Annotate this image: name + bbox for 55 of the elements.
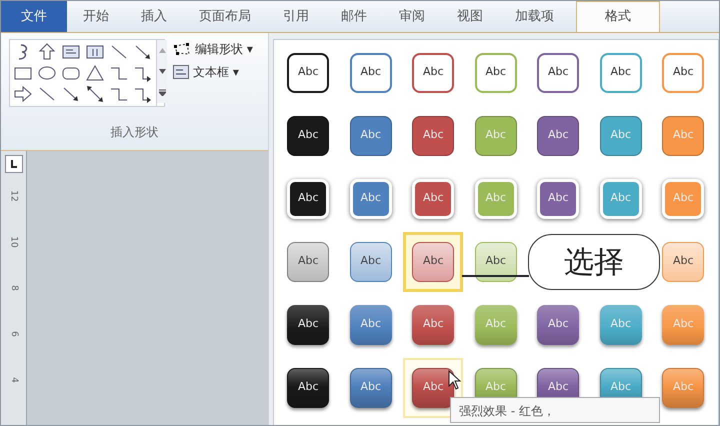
shape-style-swatch[interactable]: Abc (350, 368, 392, 408)
tooltip: 强烈效果 - 红色， (450, 397, 660, 423)
up-arrow-icon[interactable] (37, 42, 57, 62)
shape-style-swatch[interactable]: Abc (350, 242, 392, 282)
shape-style-swatch[interactable]: Abc (412, 116, 454, 156)
right-arrow-icon[interactable] (13, 84, 33, 104)
text-box-icon (173, 65, 189, 79)
shape-style-swatch[interactable]: Abc (662, 242, 704, 282)
ribbon-tab[interactable]: 格式 (576, 1, 660, 32)
shape-style-swatch[interactable]: Abc (537, 52, 580, 92)
shape-style-swatch[interactable]: Abc (537, 116, 580, 156)
shape-style-swatch[interactable]: Abc (287, 242, 330, 282)
shape-style-swatch[interactable]: Abc (600, 52, 642, 92)
shape-style-swatch[interactable]: Abc (662, 52, 704, 92)
shape-style-swatch[interactable]: Abc (412, 304, 454, 344)
tab-stop-icon[interactable] (4, 155, 22, 173)
shape-style-swatch[interactable]: Abc (474, 242, 517, 282)
shape-style-swatch[interactable]: Abc (287, 52, 330, 92)
callout-bubble: 选择 (528, 234, 660, 290)
ruler-number: 8 (8, 285, 20, 291)
ribbon-tab[interactable]: 开始 (67, 1, 125, 32)
double-arrow-line-icon[interactable] (85, 84, 105, 104)
ribbon-tab[interactable]: 插入 (125, 1, 183, 32)
shape-style-swatch[interactable]: Abc (412, 52, 454, 92)
shape-style-swatch[interactable]: Abc (350, 116, 392, 156)
shape-style-swatch[interactable]: Abc (537, 304, 580, 344)
ruler-number: 4 (8, 377, 20, 383)
shape-style-swatch[interactable]: Abc (350, 304, 392, 344)
shape-style-swatch[interactable]: Abc (287, 304, 330, 344)
expand-icon (158, 89, 166, 96)
shape-style-swatch[interactable]: Abc (412, 242, 454, 282)
ribbon-tab[interactable]: 审阅 (383, 1, 441, 32)
ribbon-tab[interactable]: 视图 (441, 1, 499, 32)
ruler-number: 6 (8, 331, 20, 337)
group-label: 插入形状 (110, 124, 158, 140)
mouse-pointer-icon (448, 370, 461, 390)
ruler-number: 12 (8, 190, 20, 202)
file-tab[interactable]: 文件 (1, 1, 67, 32)
edit-points-icon (173, 42, 191, 56)
ribbon-tab[interactable]: 引用 (267, 1, 325, 32)
ribbon-tab[interactable]: 邮件 (325, 1, 383, 32)
up-caret-icon (158, 48, 166, 53)
shape-style-swatch[interactable]: Abc (287, 116, 330, 156)
text-box-button[interactable]: 文本框 ▾ (171, 62, 255, 82)
ribbon-tab[interactable]: 页面布局 (183, 1, 267, 32)
ribbon-tab[interactable]: 加载项 (499, 1, 570, 32)
ruler-number: 10 (8, 236, 20, 248)
shape-style-swatch[interactable]: Abc (474, 52, 517, 92)
triangle-icon[interactable] (85, 63, 105, 83)
edit-shape-button[interactable]: 编辑形状 ▾ (171, 39, 255, 59)
leader-line (462, 275, 529, 277)
shape-style-swatch[interactable]: Abc (412, 368, 454, 408)
down-caret-icon (158, 69, 166, 74)
shape-style-swatch[interactable]: Abc (287, 368, 330, 408)
shape-style-swatch[interactable]: Abc (350, 52, 392, 92)
